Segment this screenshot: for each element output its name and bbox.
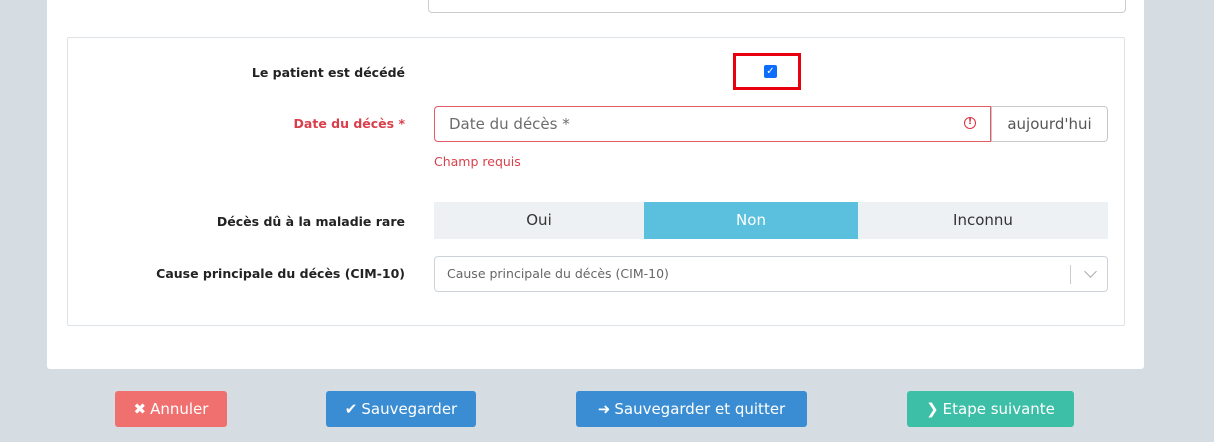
select-divider bbox=[1070, 265, 1071, 284]
save-label: Sauvegarder bbox=[361, 400, 458, 418]
rare-disease-label: Décès dû à la maladie rare bbox=[216, 214, 405, 229]
death-date-input[interactable] bbox=[434, 106, 991, 142]
option-non[interactable]: Non bbox=[644, 202, 858, 239]
date-label: Date du décès * bbox=[293, 116, 405, 131]
chevron-right-icon: ❯ bbox=[926, 400, 939, 418]
next-step-button[interactable]: ❯ Etape suivante bbox=[907, 391, 1074, 427]
check-icon: ✔ bbox=[344, 400, 358, 418]
previous-field-bottom[interactable] bbox=[428, 0, 1126, 13]
cause-select[interactable]: Cause principale du décès (CIM-10) bbox=[434, 256, 1108, 292]
save-quit-label: Sauvegarder et quitter bbox=[614, 400, 786, 418]
date-error-text: Champ requis bbox=[434, 154, 521, 169]
close-icon: ✖ bbox=[133, 400, 147, 418]
chevron-down-icon[interactable] bbox=[1084, 265, 1097, 278]
cause-select-placeholder: Cause principale du décès (CIM-10) bbox=[447, 266, 669, 281]
option-oui[interactable]: Oui bbox=[434, 202, 644, 239]
cancel-button[interactable]: ✖ Annuler bbox=[115, 391, 227, 427]
check-icon: ✓ bbox=[766, 66, 775, 77]
error-icon: ! bbox=[964, 117, 976, 129]
today-button[interactable]: aujourd'hui bbox=[991, 106, 1108, 142]
next-label: Etape suivante bbox=[942, 400, 1055, 418]
cancel-label: Annuler bbox=[150, 400, 209, 418]
deceased-checkbox[interactable]: ✓ bbox=[764, 65, 777, 78]
option-inconnu[interactable]: Inconnu bbox=[858, 202, 1108, 239]
deceased-label: Le patient est décédé bbox=[251, 65, 405, 80]
cause-label: Cause principale du décès (CIM-10) bbox=[156, 266, 405, 281]
save-quit-button[interactable]: ➜ Sauvegarder et quitter bbox=[576, 391, 807, 427]
save-button[interactable]: ✔ Sauvegarder bbox=[326, 391, 476, 427]
sign-out-icon: ➜ bbox=[597, 400, 611, 418]
